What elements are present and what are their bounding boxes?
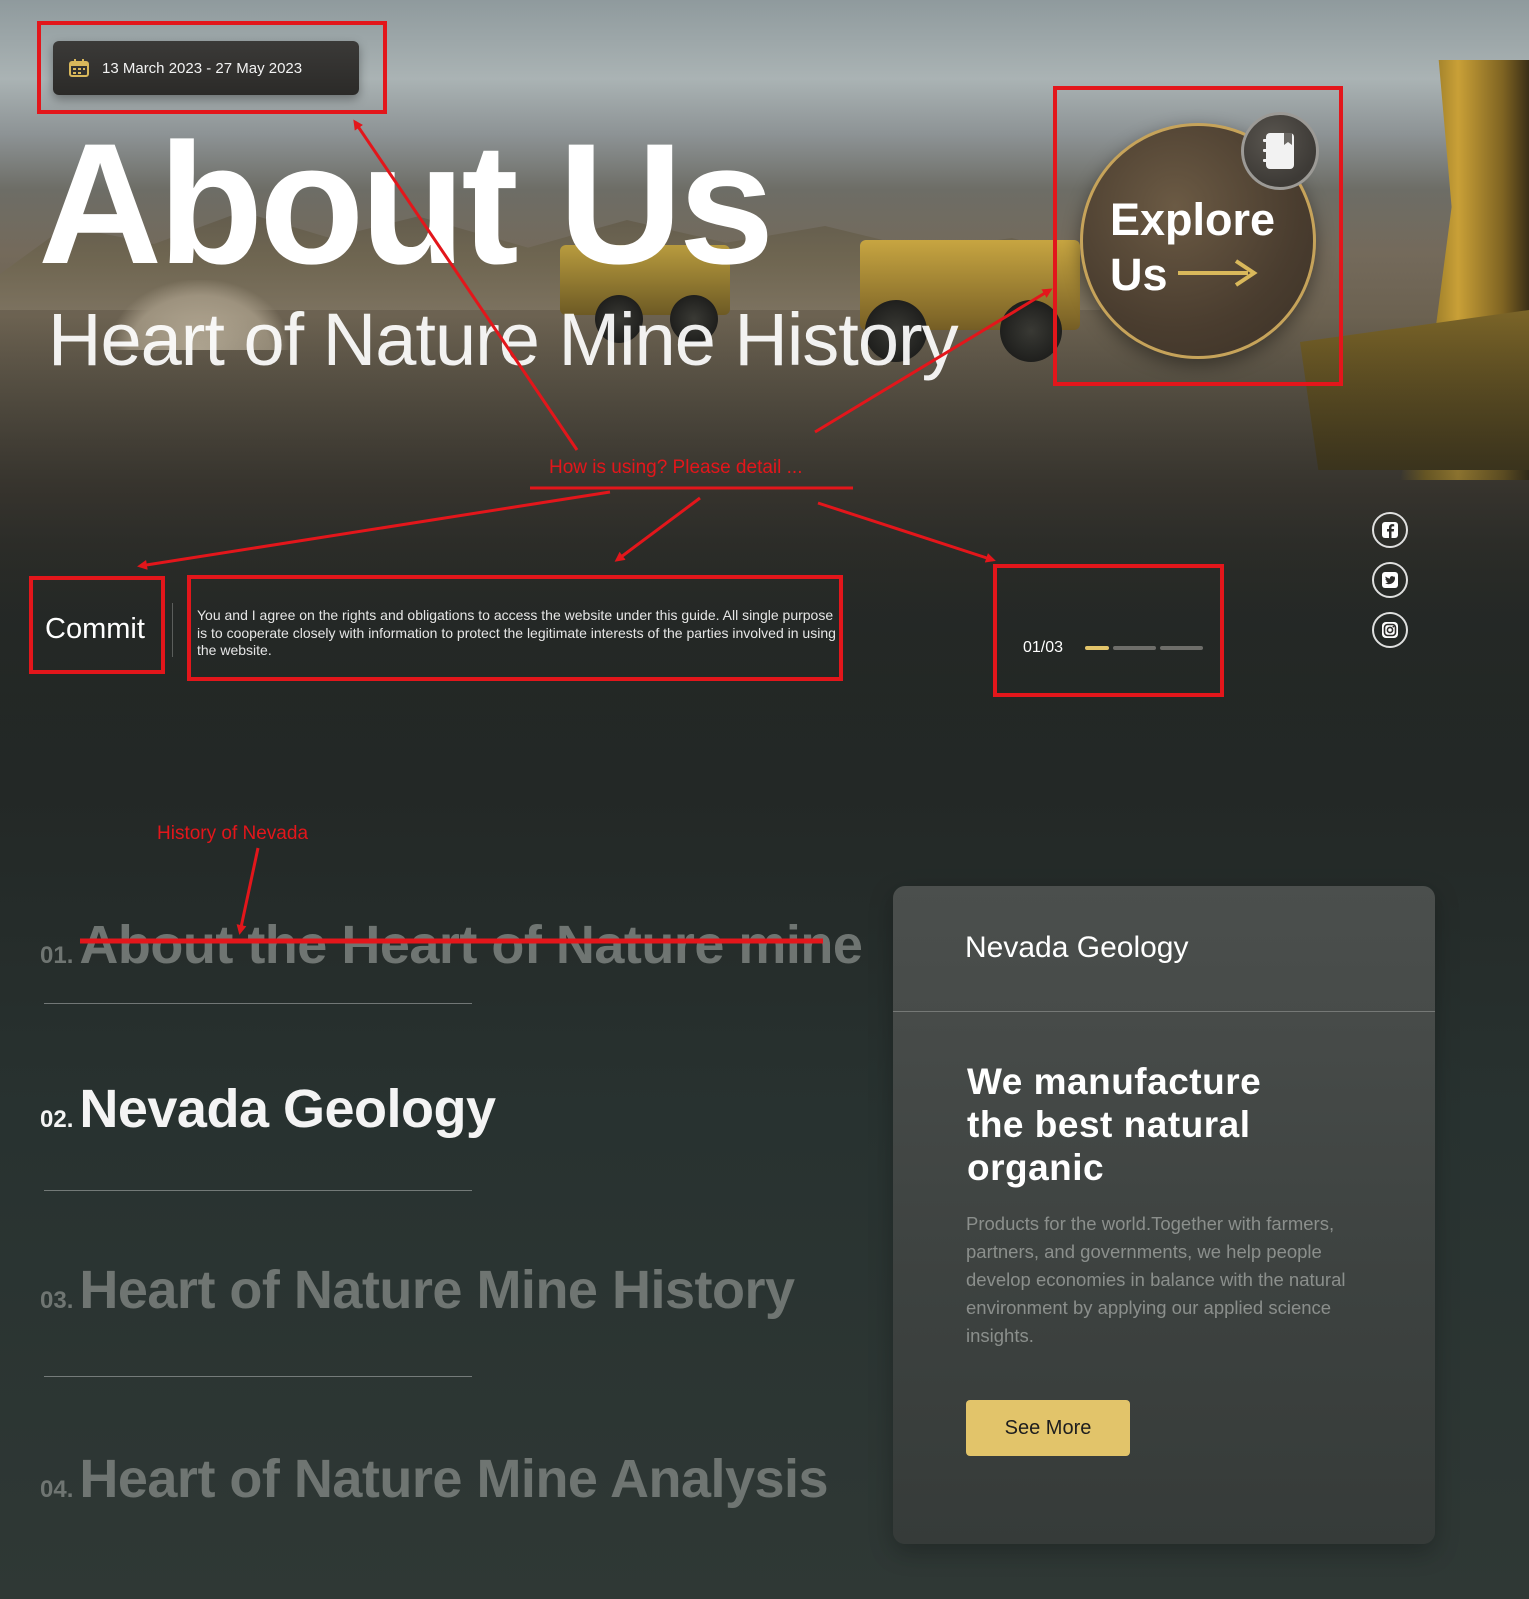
menu-item-number: 04.: [40, 1476, 74, 1503]
menu-item-number: 01.: [40, 942, 74, 969]
menu-divider: [44, 1003, 472, 1004]
menu-item-mine-history[interactable]: 03. Heart of Nature Mine History: [40, 1259, 795, 1321]
annotation-box-explore: [1053, 86, 1343, 386]
facebook-icon[interactable]: [1372, 512, 1408, 548]
menu-item-mine-analysis[interactable]: 04. Heart of Nature Mine Analysis: [40, 1448, 829, 1510]
page-title: About Us: [38, 108, 774, 300]
annotation-box-pager: [993, 564, 1224, 697]
card-title: Nevada Geology: [965, 931, 1189, 964]
annotation-note-hero: How is using? Please detail ...: [549, 457, 803, 478]
menu-item-about-mine[interactable]: 01. About the Heart of Nature mine: [40, 914, 863, 976]
card-header-divider: [893, 1011, 1435, 1012]
annotation-box-date: [37, 21, 387, 114]
instagram-icon[interactable]: [1372, 612, 1408, 648]
menu-item-label: Heart of Nature Mine History: [79, 1260, 795, 1320]
menu-item-label: Heart of Nature Mine Analysis: [79, 1449, 829, 1509]
annotation-box-commit: [29, 576, 165, 674]
menu-item-label: Nevada Geology: [79, 1079, 496, 1139]
menu-item-label: About the Heart of Nature mine: [79, 915, 863, 975]
commit-divider: [172, 603, 173, 657]
menu-divider: [44, 1190, 472, 1191]
menu-divider: [44, 1376, 472, 1377]
menu-item-nevada-geology[interactable]: 02. Nevada Geology: [40, 1078, 496, 1140]
menu-item-number: 02.: [40, 1106, 74, 1133]
menu-item-number: 03.: [40, 1287, 74, 1314]
card-heading: We manufacture the best natural organic: [967, 1061, 1262, 1188]
see-more-button[interactable]: See More: [966, 1400, 1130, 1456]
twitter-icon[interactable]: [1372, 562, 1408, 598]
card-body: Products for the world.Together with far…: [966, 1213, 1346, 1346]
annotation-note-history: History of Nevada: [157, 823, 309, 844]
page-subtitle: Heart of Nature Mine History: [48, 298, 959, 381]
annotation-box-description: [187, 575, 843, 681]
